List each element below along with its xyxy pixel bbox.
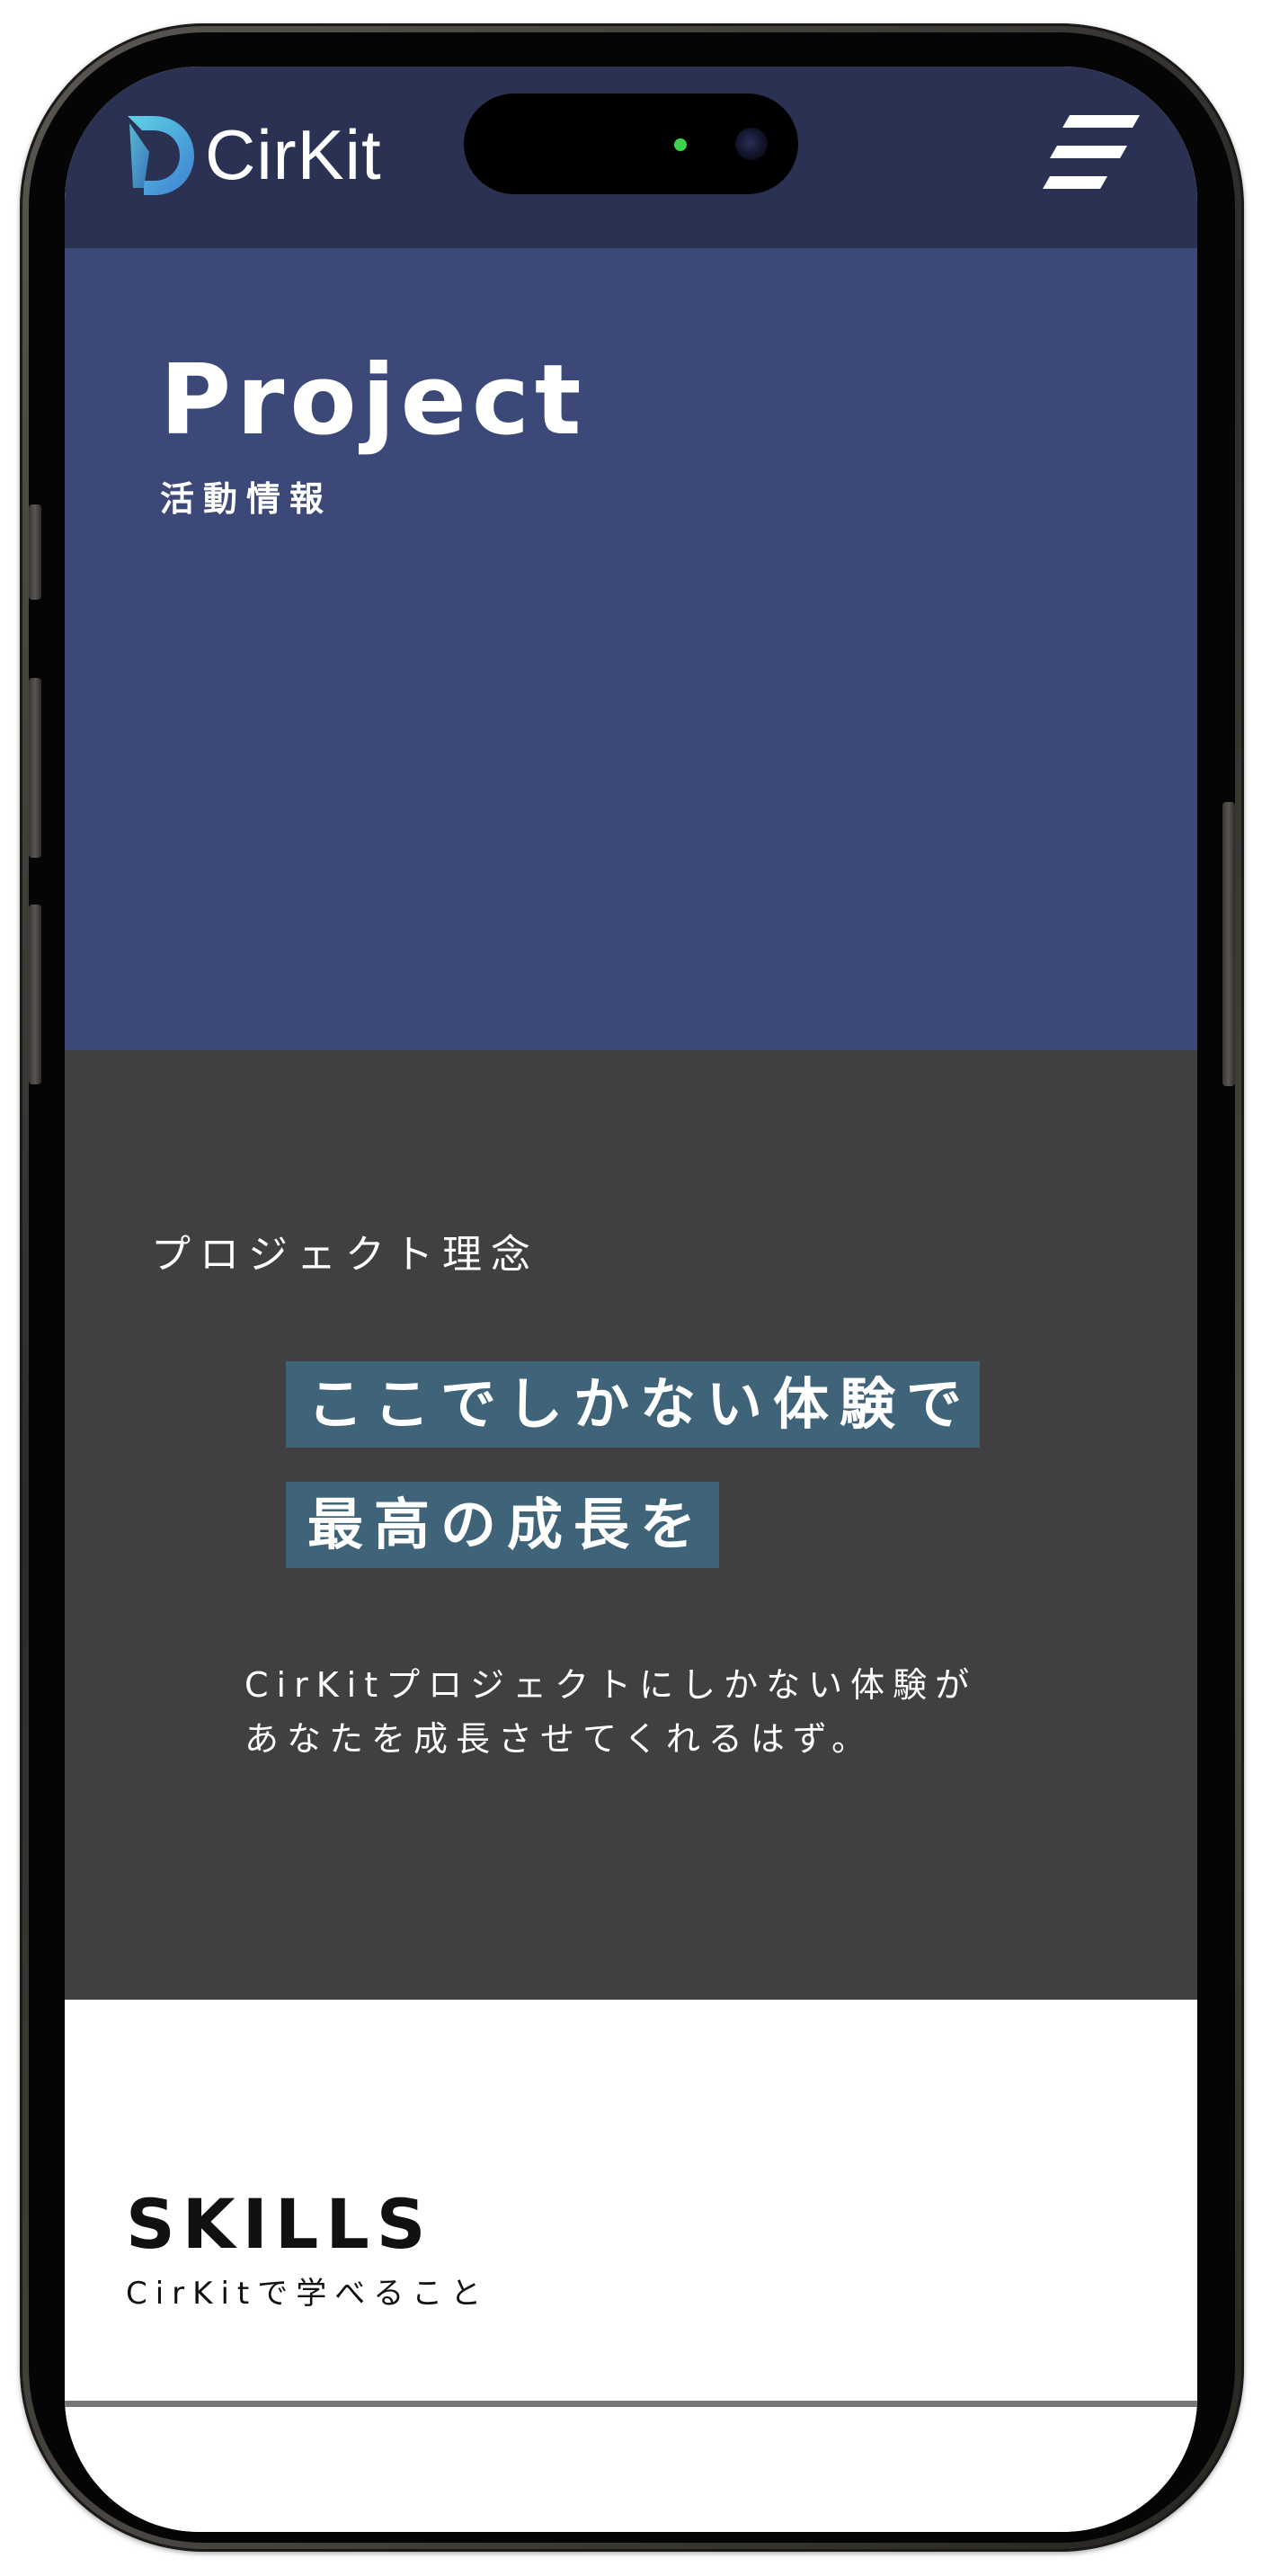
site-logo-link[interactable]: CirKit: [122, 110, 382, 200]
page-subtitle: 活動情報: [160, 479, 333, 519]
navbar: CirKit: [65, 67, 1197, 248]
skills-subtitle: CirKitで学べること: [126, 2276, 490, 2312]
tagline-line: ここでしかない体験で: [286, 1361, 980, 1448]
logo-text: CirKit: [205, 114, 382, 194]
skills-title: SKILLS: [126, 2184, 433, 2264]
philosophy-heading: プロジェクト理念: [151, 1232, 539, 1278]
hamburger-menu-button[interactable]: [1043, 113, 1142, 194]
tagline-line: 最高の成長を: [286, 1482, 719, 1568]
description-line: あなたを成長させてくれるはず。: [244, 1719, 875, 1759]
front-camera-icon: [735, 128, 768, 160]
skills-section: [65, 2000, 1197, 2532]
volume-down-button: [29, 905, 41, 1084]
cirkit-logo-mark-icon: [128, 116, 194, 195]
description-line: CirKitプロジェクトにしかない体験が: [244, 1665, 978, 1705]
privacy-indicator-icon: [674, 138, 687, 151]
section-divider: [65, 2401, 1197, 2407]
volume-up-button: [29, 678, 41, 858]
hamburger-menu-icon: [1043, 115, 1140, 189]
phone-screen: CirKit Project 活動情報 プロジェクト理念 ここでしかない体験で …: [65, 67, 1197, 2532]
dynamic-island: [464, 94, 798, 194]
philosophy-description: CirKitプロジェクトにしかない体験が あなたを成長させてくれるはず。: [244, 1658, 1071, 1766]
action-button: [29, 504, 41, 600]
page-title: Project: [160, 344, 587, 457]
page-canvas: CirKit Project 活動情報 プロジェクト理念 ここでしかない体験で …: [0, 0, 1262, 2576]
power-button: [1222, 802, 1235, 1086]
